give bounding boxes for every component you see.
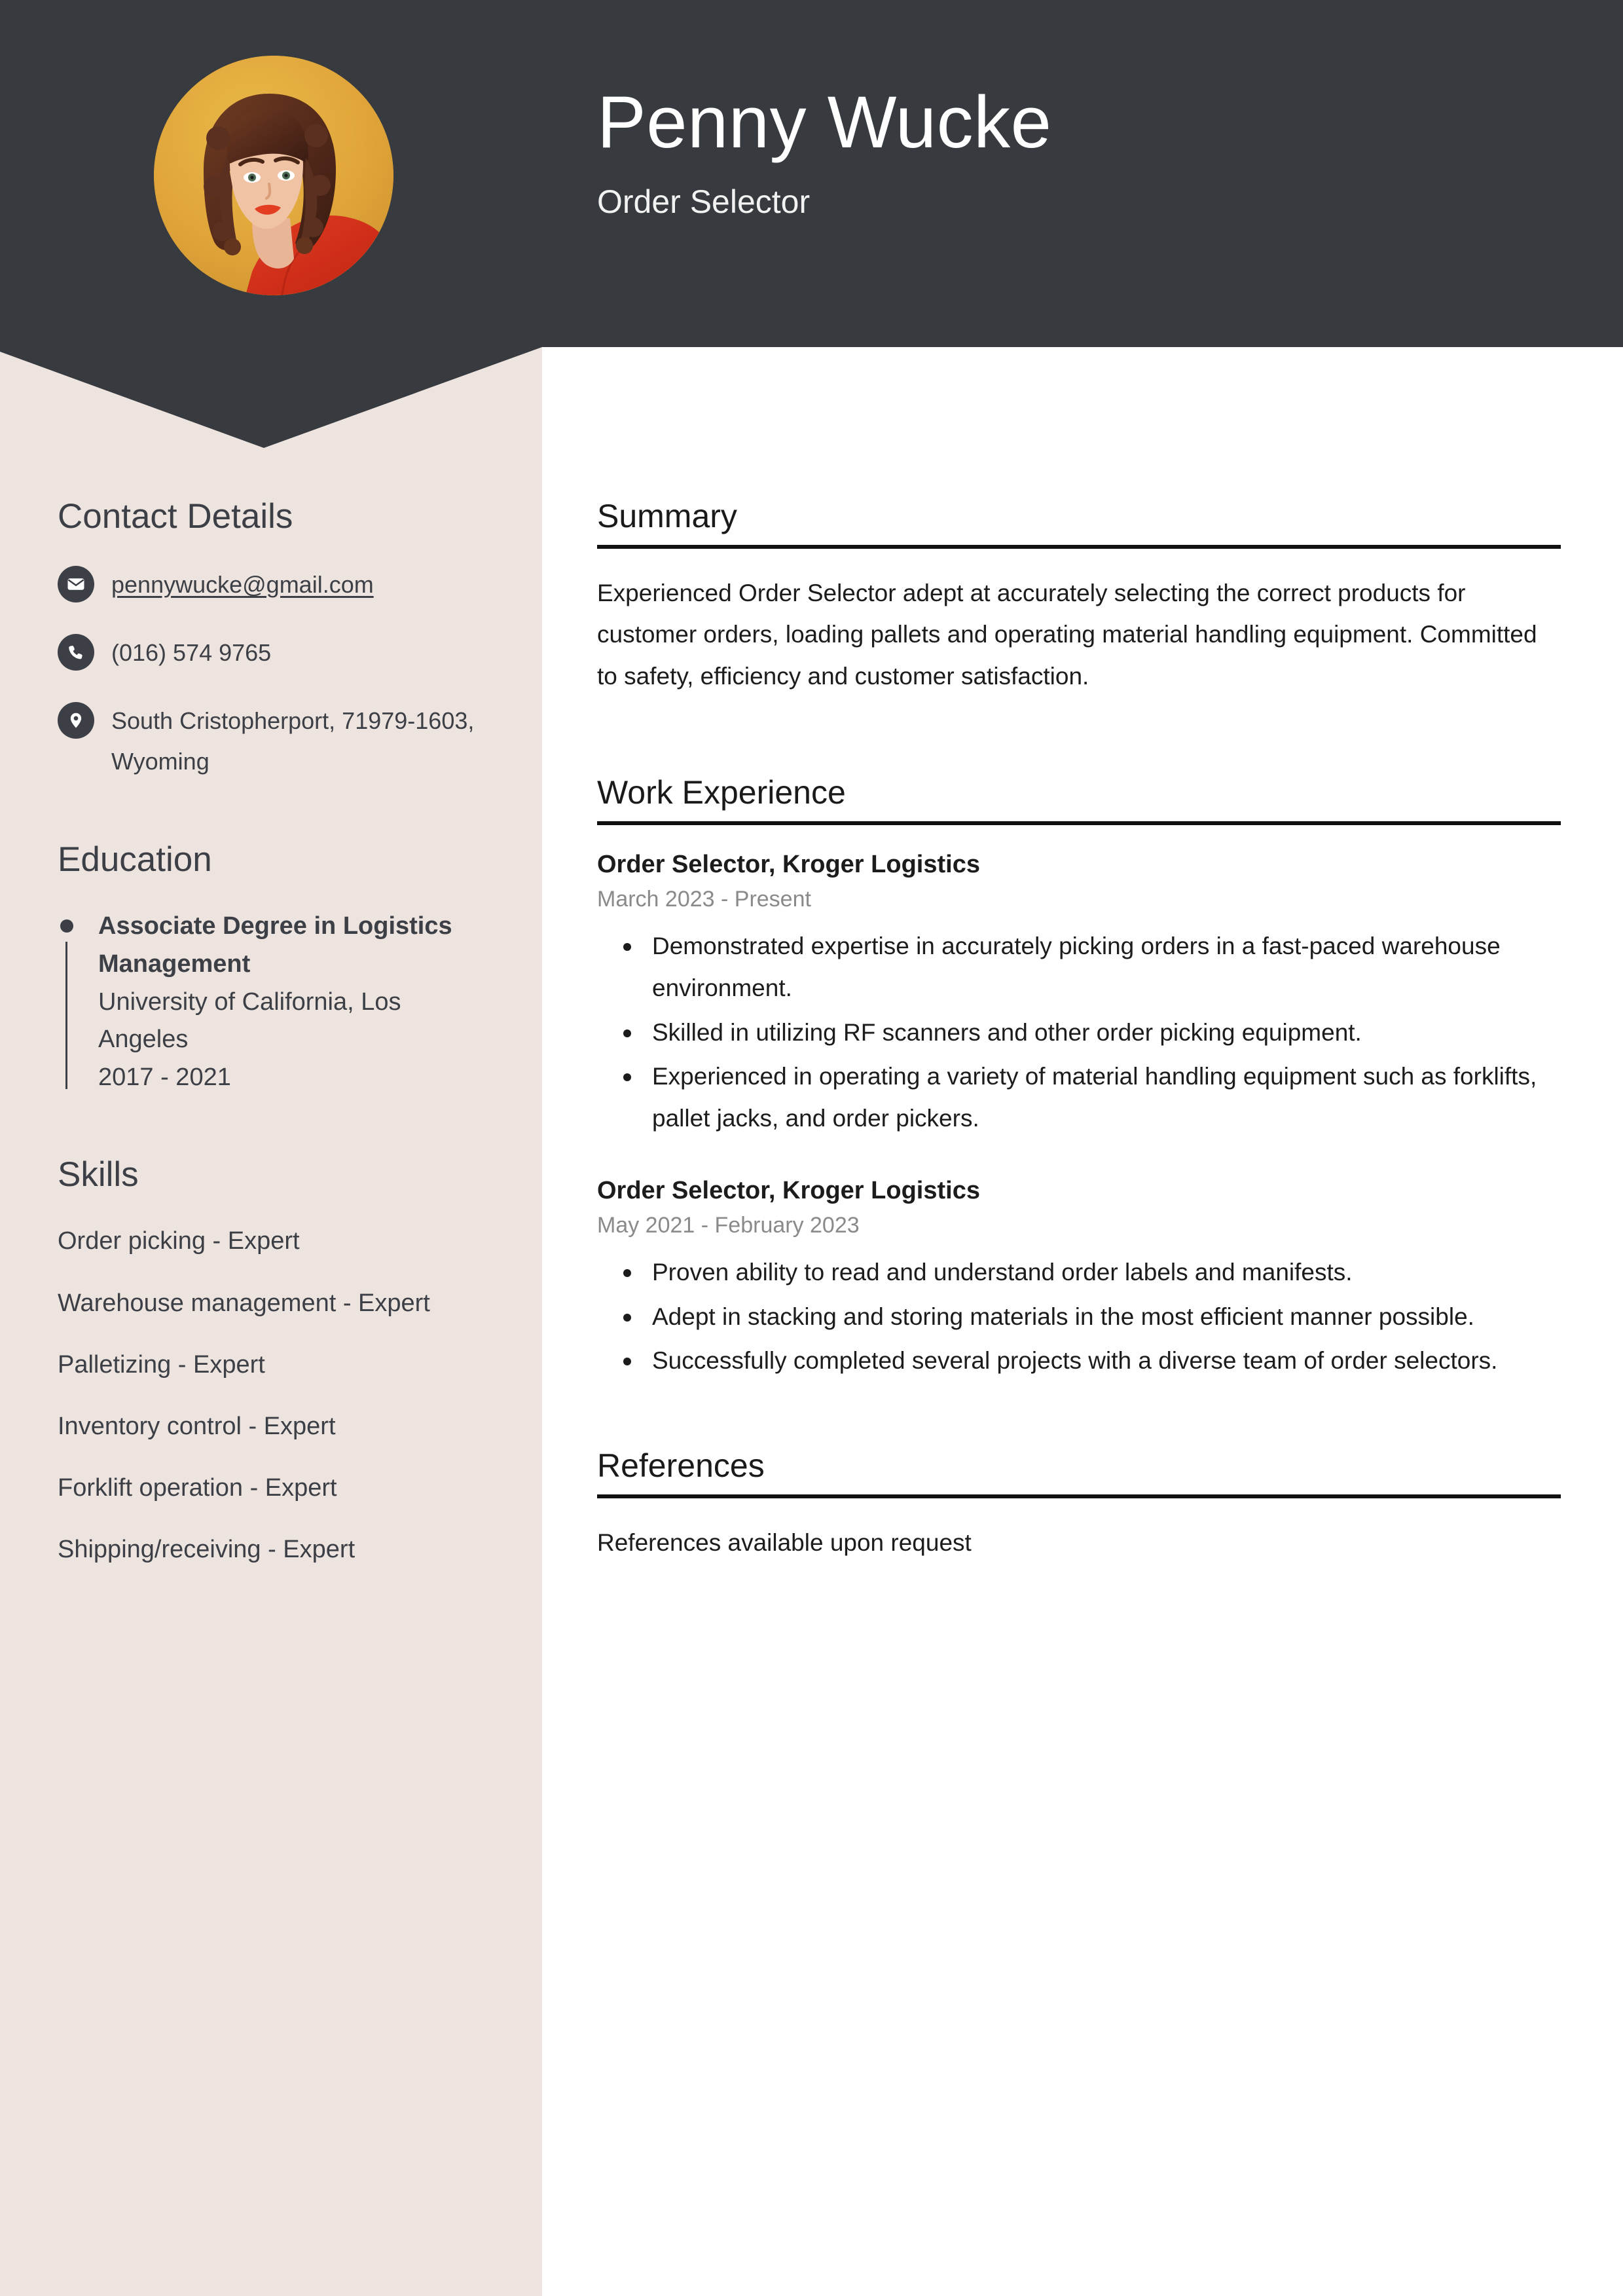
- list-item: Proven ability to read and understand or…: [623, 1251, 1561, 1293]
- job-dates: May 2021 - February 2023: [597, 1212, 860, 1238]
- list-item: Successfully completed several projects …: [623, 1340, 1561, 1382]
- summary-section: Summary Experienced Order Selector adept…: [597, 498, 1561, 697]
- page-title: Penny Wucke: [597, 81, 1052, 163]
- list-item: Warehouse management - Expert: [58, 1289, 430, 1317]
- contact-list: pennywucke@gmail.com (016) 574 9765 Sout…: [58, 565, 490, 782]
- summary-heading: Summary: [597, 498, 737, 534]
- job-role: Order Selector, Kroger Logistics: [597, 1176, 980, 1204]
- list-item: Demonstrated expertise in accurately pic…: [623, 925, 1561, 1009]
- summary-text: Experienced Order Selector adept at accu…: [597, 579, 1537, 690]
- resume-page: Penny Wucke Order Selector Contact Detai…: [0, 0, 1623, 2296]
- skills-heading: Skills: [58, 1155, 139, 1194]
- education-heading: Education: [58, 840, 212, 879]
- email-value[interactable]: pennywucke@gmail.com: [111, 565, 374, 605]
- skills-list: Order picking - Expert Warehouse managem…: [58, 1223, 490, 1568]
- section-divider: [597, 544, 1561, 549]
- list-item: Order picking - Expert: [58, 1227, 300, 1255]
- work-experience-entry: Order Selector, Kroger Logistics March 2…: [597, 849, 1561, 1139]
- list-item: Experienced in operating a variety of ma…: [623, 1056, 1561, 1139]
- references-section: References References available upon req…: [597, 1447, 1561, 1563]
- list-item: Palletizing - Expert: [58, 1350, 265, 1379]
- work-experience-heading: Work Experience: [597, 774, 846, 811]
- phone-icon: [58, 634, 94, 671]
- job-role: Order Selector, Kroger Logistics: [597, 850, 980, 878]
- avatar: [154, 56, 393, 295]
- education-bullet-icon: [60, 919, 73, 933]
- job-bullet-list: Demonstrated expertise in accurately pic…: [597, 925, 1561, 1139]
- education-timeline-rule: [65, 942, 67, 1089]
- references-text: References available upon request: [597, 1528, 972, 1556]
- phone-value: (016) 574 9765: [111, 639, 272, 667]
- education-years: 2017 - 2021: [98, 1064, 231, 1092]
- references-heading: References: [597, 1447, 765, 1485]
- section-divider: [597, 821, 1561, 825]
- list-item: Shipping/receiving - Expert: [58, 1536, 356, 1564]
- header-text-block: Penny Wucke Order Selector: [597, 84, 1546, 221]
- list-item: Forklift operation - Expert: [58, 1474, 337, 1502]
- contact-details-heading: Contact Details: [58, 497, 293, 536]
- education-degree: Associate Degree in Logistics Management: [98, 912, 452, 978]
- main-content: Summary Experienced Order Selector adept…: [597, 498, 1561, 1563]
- job-dates: March 2023 - Present: [597, 887, 811, 912]
- list-item: Skilled in utilizing RF scanners and oth…: [623, 1012, 1561, 1054]
- job-title: Order Selector: [597, 183, 811, 220]
- job-bullet-list: Proven ability to read and understand or…: [597, 1251, 1561, 1382]
- work-experience-section: Work Experience Order Selector, Kroger L…: [597, 774, 1561, 1382]
- list-item: Adept in stacking and storing materials …: [623, 1296, 1561, 1338]
- contact-item-phone[interactable]: (016) 574 9765: [58, 633, 490, 673]
- list-item: Inventory control - Expert: [58, 1412, 336, 1440]
- envelope-icon: [58, 566, 94, 603]
- work-experience-entry: Order Selector, Kroger Logistics May 202…: [597, 1175, 1561, 1382]
- education-entry: Associate Degree in Logistics Management…: [58, 908, 490, 1097]
- education-school: University of California, Los Angeles: [98, 988, 401, 1054]
- contact-item-address: South Cristopherport, 71979-1603, Wyomin…: [58, 701, 490, 782]
- contact-item-email[interactable]: pennywucke@gmail.com: [58, 565, 490, 605]
- sidebar-content: Contact Details pennywucke@gmail.com (01…: [58, 497, 490, 1593]
- section-divider: [597, 1494, 1561, 1498]
- address-value: South Cristopherport, 71979-1603, Wyomin…: [111, 707, 475, 775]
- location-pin-icon: [58, 702, 94, 739]
